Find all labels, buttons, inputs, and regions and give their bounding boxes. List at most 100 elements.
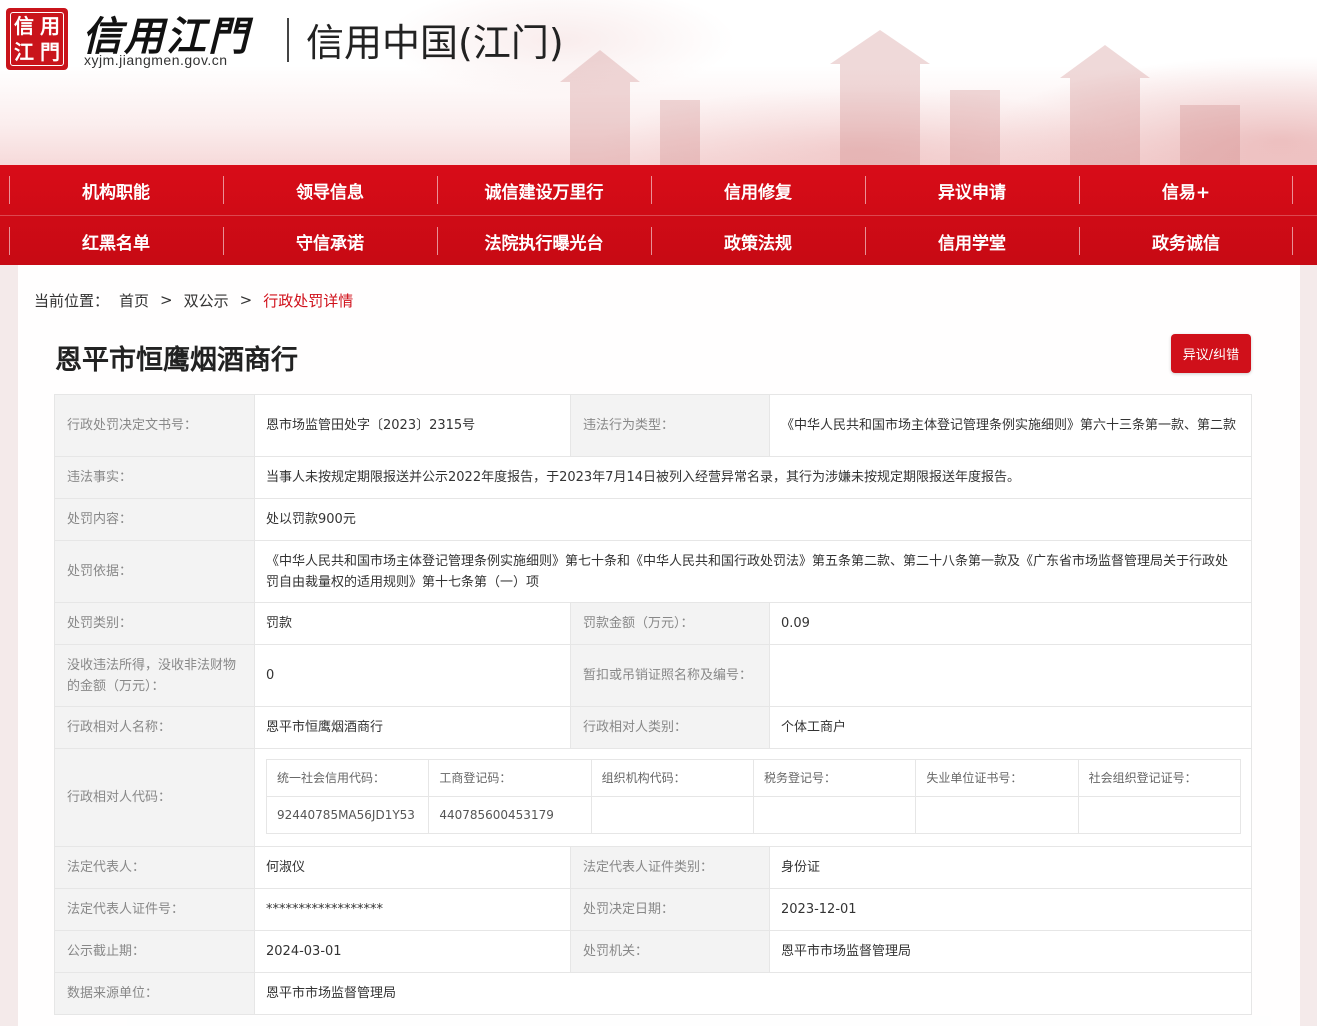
table-row: 违法事实： 当事人未按规定期限报送并公示2022年度报告，于2023年7月14日… — [54, 456, 1252, 499]
fine-amount-label: 罚款金额（万元）： — [570, 602, 770, 645]
legal-rep-id-value: ****************** — [254, 888, 571, 931]
confiscated-amount-label: 没收违法所得，没收非法财物的金额（万元）： — [54, 644, 255, 707]
confiscated-amount-value: 0 — [254, 644, 571, 707]
party-code-label: 行政相对人代码： — [54, 748, 255, 847]
site-header: 信 用 江 門 信用江門 xyjm.jiangmen.gov.cn 信用中国(江… — [0, 0, 1317, 165]
breadcrumb-label: 当前位置： — [34, 291, 110, 310]
breadcrumb: 当前位置： 首页 > 双公示 > 行政处罚详情 — [34, 289, 353, 311]
license-revocation-label: 暂扣或吊销证照名称及编号： — [570, 644, 770, 707]
illegal-facts-label: 违法事实： — [54, 456, 255, 499]
nav-item-credit-academy[interactable]: 信用学堂 — [865, 216, 1079, 266]
data-source-value: 恩平市市场监督管理局 — [254, 972, 1252, 1015]
breadcrumb-double-publicity[interactable]: 双公示 — [184, 290, 229, 311]
penalty-detail-table: 行政处罚决定文书号： 恩市场监管田处字〔2023〕2315号 违法行为类型： 《… — [54, 394, 1252, 1015]
table-row: 处罚内容： 处以罚款900元 — [54, 498, 1252, 541]
table-row: 处罚依据： 《中华人民共和国市场主体登记管理条例实施细则》第七十条和《中华人民共… — [54, 540, 1252, 603]
site-title: 信用中国(江门) — [306, 21, 564, 65]
logo-seal[interactable]: 信 用 江 門 — [6, 8, 68, 70]
party-name-label: 行政相对人名称： — [54, 706, 255, 749]
party-type-label: 行政相对人类别： — [570, 706, 770, 749]
nav-row-2: 红黑名单 守信承诺 法院执行曝光台 政策法规 信用学堂 政务诚信 — [0, 215, 1317, 265]
violation-type-value: 《中华人民共和国市场主体登记管理条例实施细则》第六十三条第一款、第二款 — [769, 394, 1252, 457]
legal-rep-id-type-value: 身份证 — [769, 846, 1252, 889]
legal-rep-label: 法定代表人： — [54, 846, 255, 889]
legal-rep-id-type-label: 法定代表人证件类别： — [570, 846, 770, 889]
nav-item-government-integrity[interactable]: 政务诚信 — [1079, 216, 1293, 266]
fine-amount-value: 0.09 — [769, 602, 1252, 645]
seal-char: 江 — [14, 40, 34, 64]
code-header-row: 统一社会信用代码： 工商登记码： 组织机构代码： 税务登记号： 失业单位证书号：… — [265, 759, 1242, 797]
nav-item-policies-regulations[interactable]: 政策法规 — [651, 216, 865, 266]
unemployment-cert-value — [915, 796, 1079, 834]
table-row: 公示截止期： 2024-03-01 处罚机关： 恩平市市场监督管理局 — [54, 930, 1252, 973]
main-navigation: 机构职能 领导信息 诚信建设万里行 信用修复 异议申请 信易+ 红黑名单 守信承… — [0, 165, 1317, 265]
table-row: 行政相对人代码： 统一社会信用代码： 工商登记码： 组织机构代码： 税务登记号：… — [54, 748, 1252, 847]
nav-item-xinyi-plus[interactable]: 信易+ — [1079, 165, 1293, 215]
violation-type-label: 违法行为类型： — [570, 394, 770, 457]
data-source-label: 数据来源单位： — [54, 972, 255, 1015]
social-org-reg-value — [1077, 796, 1242, 834]
table-row: 行政处罚决定文书号： 恩市场监管田处字〔2023〕2315号 违法行为类型： 《… — [54, 394, 1252, 457]
legal-rep-id-label: 法定代表人证件号： — [54, 888, 255, 931]
page-title: 恩平市恒鹰烟酒商行 — [55, 345, 298, 376]
org-code-header: 组织机构代码： — [590, 759, 754, 797]
legal-rep-value: 何淑仪 — [254, 846, 571, 889]
license-revocation-value — [769, 644, 1252, 707]
decision-number-value: 恩市场监管田处字〔2023〕2315号 — [254, 394, 571, 457]
table-row: 法定代表人： 何淑仪 法定代表人证件类别： 身份证 — [54, 846, 1252, 889]
party-code-cell: 统一社会信用代码： 工商登记码： 组织机构代码： 税务登记号： 失业单位证书号：… — [254, 748, 1252, 847]
decision-date-label: 处罚决定日期： — [570, 888, 770, 931]
objection-correction-button[interactable]: 异议/纠错 — [1171, 334, 1251, 373]
business-reg-value: 440785600453179 — [428, 796, 592, 834]
breadcrumb-current: 行政处罚详情 — [263, 291, 354, 310]
credit-code-value: 92440785MA56JD1Y53 — [265, 796, 430, 834]
penalty-basis-value: 《中华人民共和国市场主体登记管理条例实施细则》第七十条和《中华人民共和国行政处罚… — [254, 540, 1252, 603]
logo-url: xyjm.jiangmen.gov.cn — [84, 52, 228, 68]
seal-char: 信 — [14, 14, 34, 38]
party-name-value: 恩平市恒鹰烟酒商行 — [254, 706, 571, 749]
penalty-category-label: 处罚类别： — [54, 602, 255, 645]
breadcrumb-separator: > — [160, 291, 173, 309]
nav-item-court-enforcement[interactable]: 法院执行曝光台 — [437, 216, 651, 266]
nav-item-red-black-list[interactable]: 红黑名单 — [9, 216, 223, 266]
nav-item-trust-commitment[interactable]: 守信承诺 — [223, 216, 437, 266]
penalty-category-value: 罚款 — [254, 602, 571, 645]
table-row: 数据来源单位： 恩平市市场监督管理局 — [54, 972, 1252, 1015]
social-org-reg-header: 社会组织登记证号： — [1077, 759, 1242, 797]
publicity-deadline-label: 公示截止期： — [54, 930, 255, 973]
decision-date-value: 2023-12-01 — [769, 888, 1252, 931]
nav-item-institution-functions[interactable]: 机构职能 — [9, 165, 223, 215]
table-row: 没收违法所得，没收非法财物的金额（万元）： 0 暂扣或吊销证照名称及编号： — [54, 644, 1252, 707]
table-row: 处罚类别： 罚款 罚款金额（万元）： 0.09 — [54, 602, 1252, 645]
penalty-basis-label: 处罚依据： — [54, 540, 255, 603]
code-value-row: 92440785MA56JD1Y53 440785600453179 — [265, 796, 1242, 834]
nav-item-objection-application[interactable]: 异议申请 — [865, 165, 1079, 215]
nav-item-credit-repair[interactable]: 信用修复 — [651, 165, 865, 215]
penalty-content-value: 处以罚款900元 — [254, 498, 1252, 541]
business-reg-header: 工商登记码： — [428, 759, 592, 797]
penalty-authority-label: 处罚机关： — [570, 930, 770, 973]
seal-char: 用 — [40, 14, 60, 38]
table-row: 法定代表人证件号： ****************** 处罚决定日期： 202… — [54, 888, 1252, 931]
nav-item-leadership-info[interactable]: 领导信息 — [223, 165, 437, 215]
illegal-facts-value: 当事人未按规定期限报送并公示2022年度报告，于2023年7月14日被列入经营异… — [254, 456, 1252, 499]
unemployment-cert-header: 失业单位证书号： — [915, 759, 1079, 797]
breadcrumb-home[interactable]: 首页 — [119, 290, 149, 311]
seal-char: 門 — [40, 40, 60, 64]
logo-seal-characters: 信 用 江 門 — [10, 12, 64, 66]
org-code-value — [590, 796, 754, 834]
penalty-content-label: 处罚内容： — [54, 498, 255, 541]
publicity-deadline-value: 2024-03-01 — [254, 930, 571, 973]
table-row: 行政相对人名称： 恩平市恒鹰烟酒商行 行政相对人类别： 个体工商户 — [54, 706, 1252, 749]
breadcrumb-separator: > — [239, 291, 253, 309]
logo-divider — [287, 18, 289, 62]
tax-reg-header: 税务登记号： — [752, 759, 917, 797]
credit-code-header: 统一社会信用代码： — [265, 759, 430, 797]
penalty-authority-value: 恩平市市场监督管理局 — [769, 930, 1252, 973]
nav-row-1: 机构职能 领导信息 诚信建设万里行 信用修复 异议申请 信易+ — [0, 165, 1317, 215]
tax-reg-value — [752, 796, 917, 834]
decision-number-label: 行政处罚决定文书号： — [54, 394, 255, 457]
party-code-table: 统一社会信用代码： 工商登记码： 组织机构代码： 税务登记号： 失业单位证书号：… — [265, 759, 1242, 834]
party-type-value: 个体工商户 — [769, 706, 1252, 749]
nav-item-integrity-campaign[interactable]: 诚信建设万里行 — [437, 165, 651, 215]
